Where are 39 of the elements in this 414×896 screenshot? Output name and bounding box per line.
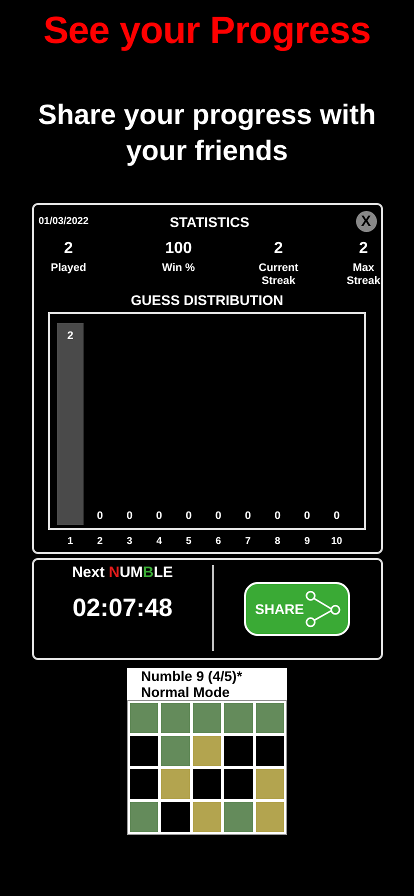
- axis-label: 3: [126, 536, 132, 547]
- bar-value: 2: [67, 330, 74, 342]
- distribution-title: GUESS DISTRIBUTION: [130, 292, 284, 308]
- stat-label: Current Streak: [258, 262, 300, 288]
- axis-label: 7: [245, 536, 251, 547]
- bar-value: 0: [156, 510, 162, 522]
- bar-value: 0: [215, 510, 222, 522]
- axis-label: 6: [216, 536, 222, 547]
- date-label: 01/03/2022: [38, 216, 90, 227]
- stat-value: 2: [359, 240, 368, 258]
- axis-label: 4: [156, 536, 162, 547]
- stat-label: Max Streak: [346, 262, 380, 288]
- stat-label: Played: [50, 262, 88, 275]
- preview-text: Numble 9 (4/5)*: [141, 668, 244, 684]
- statistics-title: STATISTICS: [170, 214, 250, 230]
- stat-value: 2: [274, 240, 283, 258]
- close-button[interactable]: X: [356, 211, 376, 232]
- axis-label: 1: [68, 536, 74, 547]
- stat-value: 100: [165, 240, 192, 258]
- bar-value: 0: [96, 510, 103, 522]
- subheadline: Share your progress with your friends: [37, 98, 377, 168]
- share-button[interactable]: SHARE: [244, 582, 350, 636]
- stat-label: Win %: [161, 262, 196, 275]
- bar-value: 0: [186, 510, 192, 522]
- axis-label: 5: [186, 536, 192, 547]
- bar-value: 0: [244, 510, 251, 522]
- bar-value: 0: [334, 510, 340, 522]
- headline: See your Progress: [43, 10, 371, 53]
- bar-value: 0: [274, 510, 281, 522]
- axis-label: 10: [331, 536, 342, 547]
- countdown-timer: 02:07:48: [72, 594, 173, 623]
- bar-value: 0: [126, 510, 133, 522]
- preview-text: Normal Mode: [141, 684, 231, 700]
- axis-label: 9: [304, 536, 310, 547]
- bar-value: 0: [304, 510, 310, 522]
- axis-label: 2: [97, 536, 103, 547]
- stat-value: 2: [64, 240, 73, 258]
- next-numble-label: Next NUMBLE: [72, 564, 173, 581]
- axis-label: 8: [274, 536, 280, 547]
